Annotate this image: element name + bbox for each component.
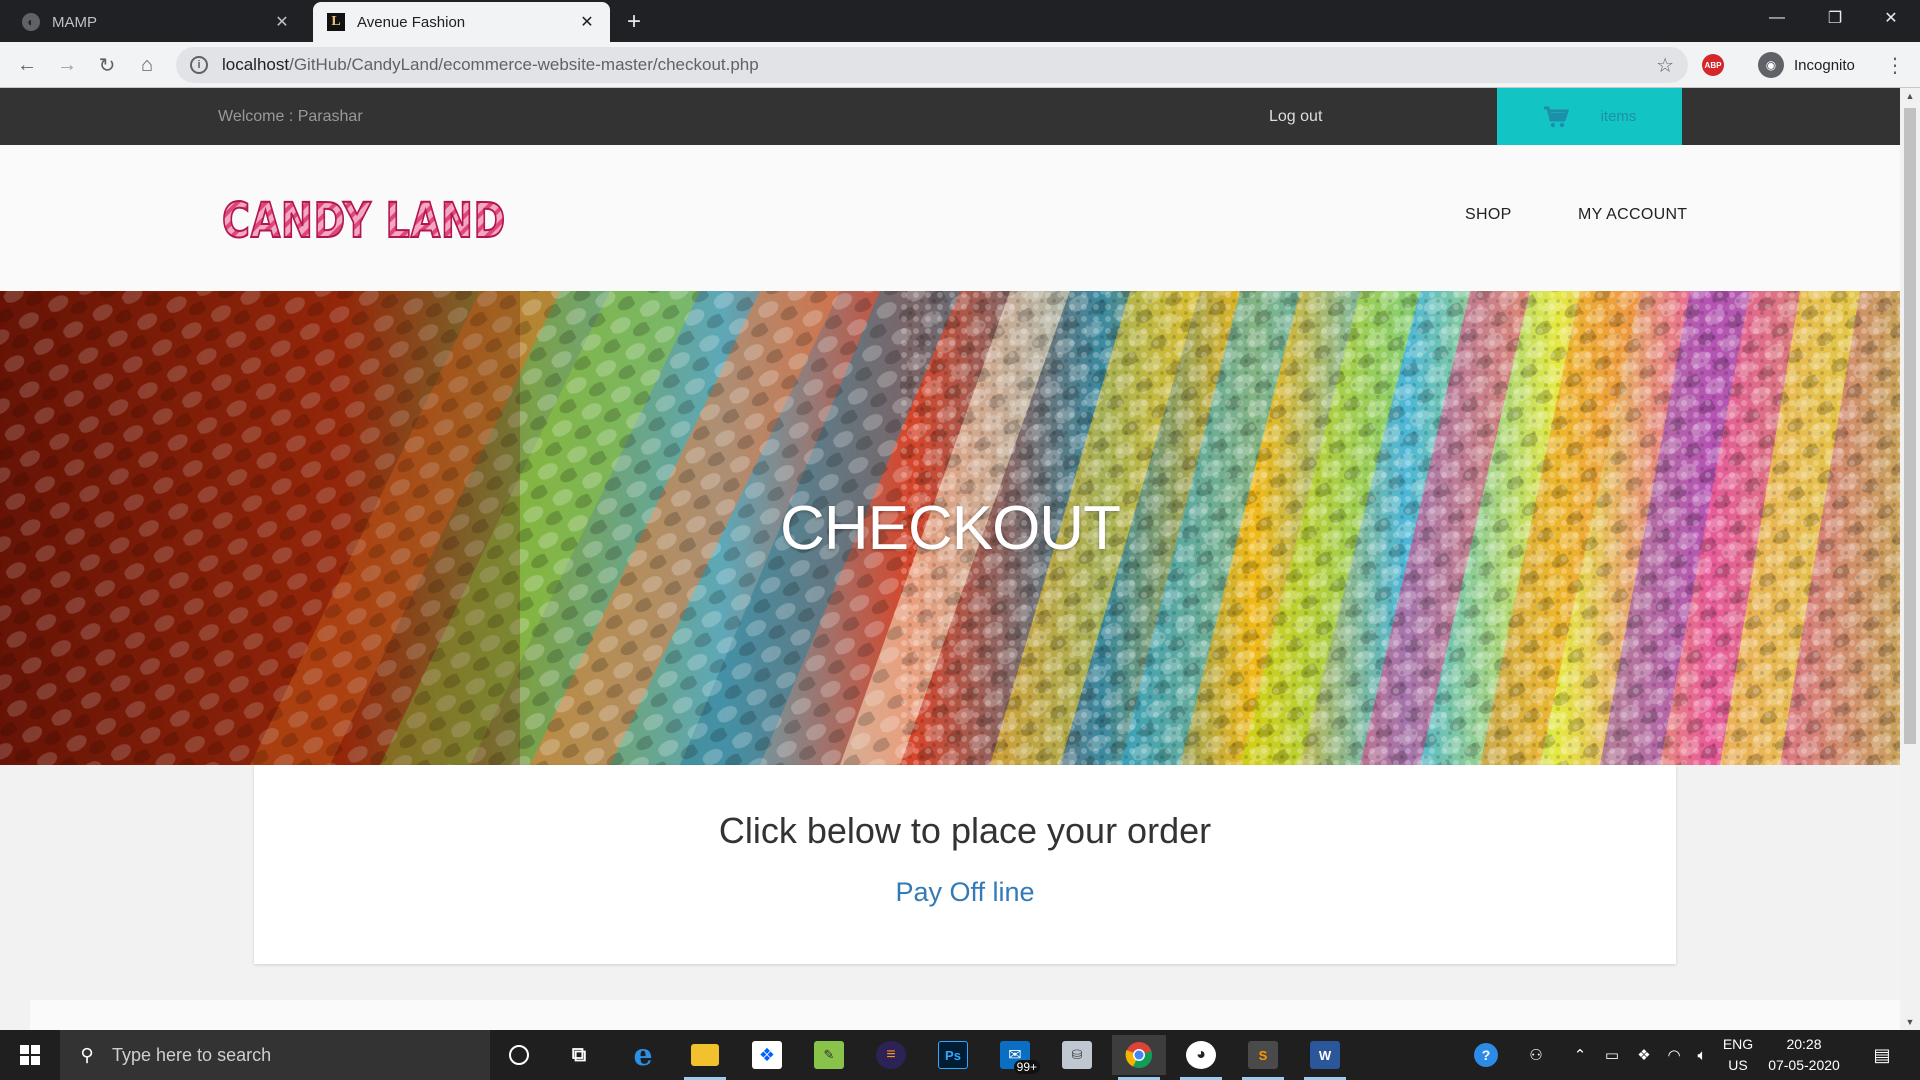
people-icon[interactable]: ⚇ — [1522, 1030, 1550, 1080]
restore-button[interactable]: ❐ — [1806, 0, 1864, 36]
chrome-logo-icon — [1125, 1042, 1153, 1069]
welcome-text: Welcome : Parashar — [218, 108, 363, 125]
candy-land-logo[interactable]: CANDY LAND — [220, 189, 510, 252]
page-scrollbar[interactable]: ▲ ▼ — [1900, 88, 1920, 1030]
battery-icon[interactable]: ▭ — [1598, 1030, 1626, 1080]
logout-link[interactable]: Log out — [1269, 108, 1322, 126]
url-text: localhost/GitHub/CandyLand/ecommerce-web… — [222, 55, 759, 74]
site-header: CANDY LAND SHOP MY ACCOUNT — [0, 145, 1900, 291]
logo-graphic: CANDY LAND — [221, 192, 506, 250]
windows-logo-icon — [20, 1045, 40, 1065]
help-icon[interactable]: ? — [1470, 1030, 1502, 1080]
taskbar-search-input[interactable]: ⚲ Type here to search — [60, 1030, 490, 1080]
close-tab-icon[interactable]: ✕ — [578, 13, 596, 31]
search-icon: ⚲ — [80, 1044, 94, 1065]
language-indicator[interactable]: ENG US — [1718, 1034, 1758, 1076]
nav-my-account[interactable]: MY ACCOUNT — [1578, 206, 1687, 224]
windows-taskbar: ⚲ Type here to search ⧉ e ❖ ✎ ≡ Ps ✉ 99+… — [0, 1030, 1920, 1080]
profile-label: Incognito — [1794, 56, 1855, 74]
notepad-plus-icon[interactable]: ✎ — [802, 1035, 856, 1075]
site-top-bar: Welcome : Parashar Log out items — [0, 88, 1900, 145]
edge-browser-icon[interactable]: e — [616, 1035, 670, 1075]
close-window-button[interactable]: ✕ — [1862, 0, 1920, 36]
notification-center-icon[interactable]: ▤ — [1862, 1030, 1902, 1080]
nav-shop[interactable]: SHOP — [1465, 206, 1512, 224]
scroll-up-arrow-icon[interactable]: ▲ — [1900, 88, 1920, 104]
browser-menu-icon[interactable]: ⋮ — [1880, 50, 1910, 80]
hero-banner: CHECKOUT — [0, 291, 1900, 765]
footer-section — [30, 1000, 1900, 1030]
scroll-down-arrow-icon[interactable]: ▼ — [1900, 1014, 1920, 1030]
back-arrow-icon[interactable]: ← — [10, 48, 44, 82]
volume-icon[interactable]: 🔈︎ — [1688, 1030, 1716, 1080]
task-view-icon[interactable]: ⧉ — [552, 1035, 606, 1075]
clock-date: 07-05-2020 — [1768, 1057, 1840, 1073]
windows-start-button[interactable] — [0, 1030, 60, 1080]
adblock-extension-icon[interactable]: ABP — [1702, 54, 1724, 76]
chrome-icon[interactable] — [1112, 1035, 1166, 1080]
browser-titlebar: ◐ MAMP ✕ L Avenue Fashion ✕ + — ❐ ✕ — [0, 0, 1920, 42]
mamp-favicon-icon: ◐ — [22, 13, 40, 31]
hero-title: CHECKOUT — [780, 493, 1121, 563]
cart-button[interactable]: items — [1497, 88, 1682, 145]
file-explorer-icon[interactable] — [678, 1035, 732, 1080]
forward-arrow-icon[interactable]: → — [50, 48, 84, 82]
cart-icon — [1543, 106, 1569, 127]
bookmark-star-icon[interactable]: ☆ — [1656, 53, 1674, 78]
scrollbar-thumb[interactable] — [1904, 108, 1916, 744]
reload-icon[interactable]: ↻ — [90, 48, 124, 82]
eclipse-icon[interactable]: ≡ — [864, 1035, 918, 1075]
info-icon[interactable]: i — [190, 56, 208, 74]
site-favicon-icon: L — [327, 13, 345, 31]
wifi-icon[interactable]: ◠ — [1660, 1030, 1688, 1080]
mail-icon[interactable]: ✉ 99+ — [988, 1035, 1042, 1075]
word-icon[interactable]: W — [1298, 1035, 1352, 1080]
sublime-text-icon[interactable]: S — [1236, 1035, 1290, 1080]
tab-avenue-fashion[interactable]: L Avenue Fashion ✕ — [313, 2, 610, 42]
search-placeholder: Type here to search — [112, 1044, 272, 1065]
github-desktop-icon[interactable]: ◕ — [1174, 1035, 1228, 1080]
svg-text:CANDY LAND: CANDY LAND — [222, 193, 506, 247]
browser-toolbar: ← → ↻ ⌂ i localhost/GitHub/CandyLand/eco… — [0, 42, 1920, 88]
dropbox-tray-icon[interactable]: ❖ — [1630, 1030, 1658, 1080]
checkout-panel: Click below to place your order Pay Off … — [254, 765, 1676, 964]
address-bar[interactable]: i localhost/GitHub/CandyLand/ecommerce-w… — [176, 47, 1688, 83]
network-drive-icon[interactable]: ⛁ — [1050, 1035, 1104, 1075]
cortana-icon[interactable] — [492, 1035, 546, 1075]
show-hidden-icons-chevron-icon[interactable]: ⌃ — [1568, 1030, 1592, 1080]
cart-items-label: items — [1600, 108, 1637, 125]
new-tab-button[interactable]: + — [620, 8, 648, 36]
page-viewport: Welcome : Parashar Log out items CANDY L… — [0, 88, 1900, 1030]
incognito-profile-button[interactable]: ◉ Incognito — [1752, 48, 1867, 82]
home-icon[interactable]: ⌂ — [130, 48, 164, 82]
photoshop-icon[interactable]: Ps — [926, 1035, 980, 1075]
dropbox-icon[interactable]: ❖ — [740, 1035, 794, 1075]
clock-time: 20:28 — [1786, 1036, 1822, 1052]
tab-title: MAMP — [52, 13, 97, 31]
incognito-icon: ◉ — [1758, 52, 1784, 78]
clock[interactable]: 20:28 07-05-2020 — [1762, 1034, 1846, 1076]
order-heading: Click below to place your order — [718, 810, 1212, 851]
tab-title: Avenue Fashion — [357, 13, 466, 31]
tab-mamp[interactable]: ◐ MAMP ✕ — [8, 2, 305, 42]
close-tab-icon[interactable]: ✕ — [273, 13, 291, 31]
pay-offline-link[interactable]: Pay Off line — [254, 877, 1676, 908]
minimize-button[interactable]: — — [1748, 0, 1806, 36]
mail-badge: 99+ — [1013, 1060, 1040, 1074]
